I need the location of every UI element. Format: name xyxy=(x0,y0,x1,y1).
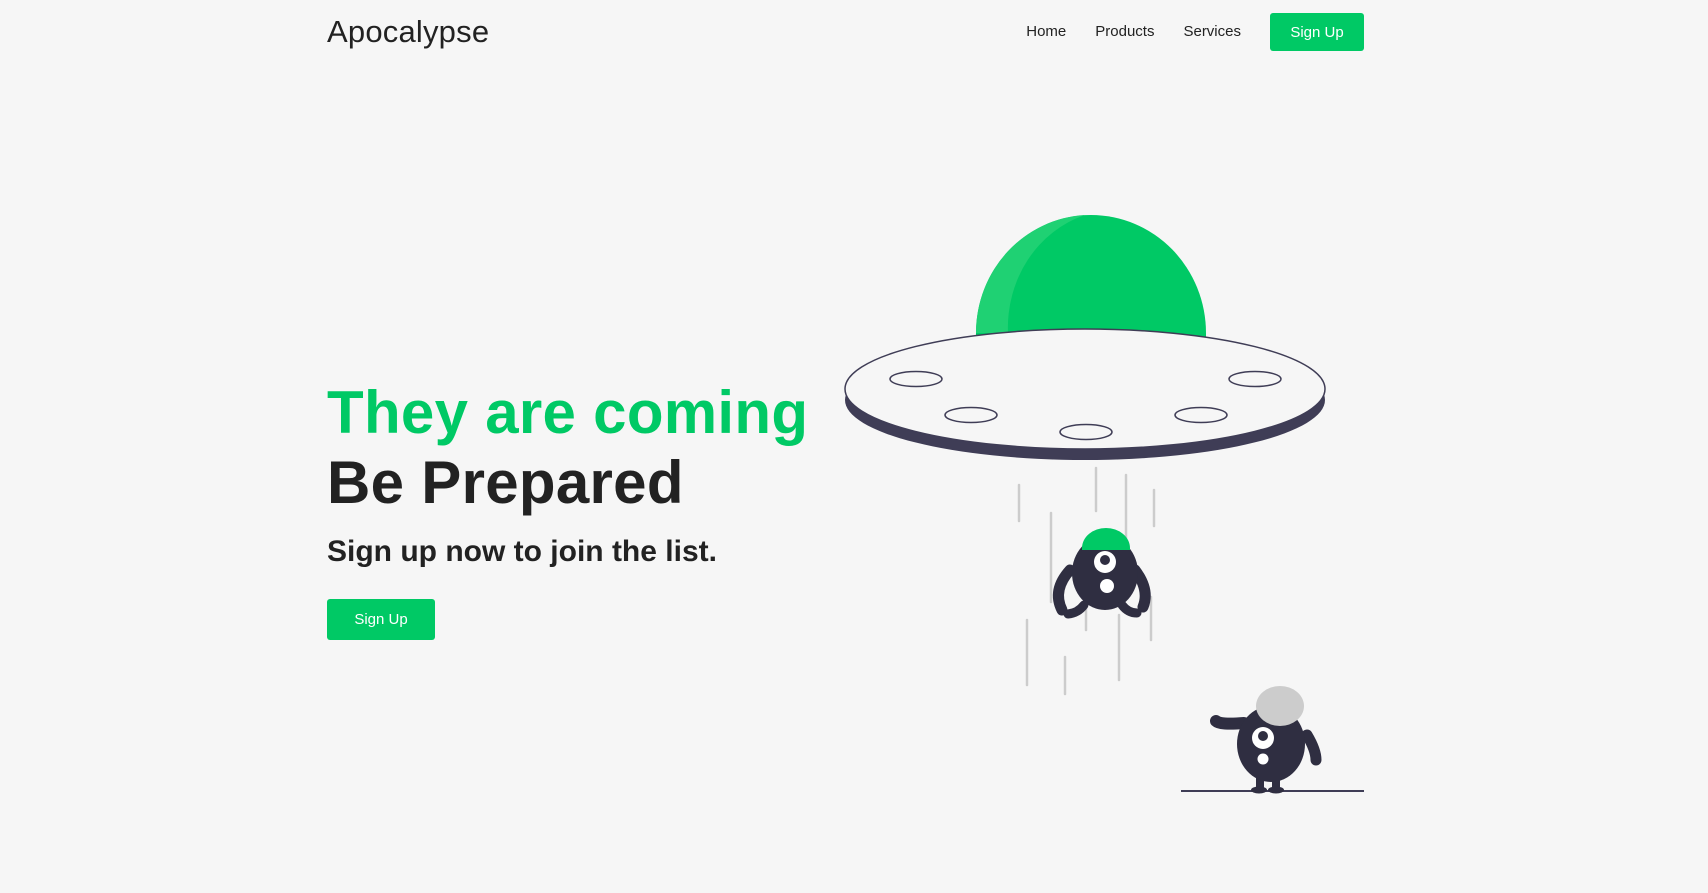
hero-subheadline: Sign up now to join the list. xyxy=(327,535,717,568)
hero-headline-main: Be Prepared xyxy=(327,449,684,516)
landing-page: Apocalypse Home Products Services Sign U… xyxy=(0,0,1708,893)
nav-link-products[interactable]: Products xyxy=(1095,13,1154,51)
brand-logo[interactable]: Apocalypse xyxy=(327,14,489,50)
navbar: Apocalypse Home Products Services Sign U… xyxy=(0,0,1708,64)
nav-links: Home Products Services Sign Up xyxy=(1026,13,1364,51)
standing-alien xyxy=(1210,686,1322,794)
ufo-illustration xyxy=(844,215,1364,794)
nav-link-home[interactable]: Home xyxy=(1026,13,1066,51)
ufo-dome xyxy=(975,215,1206,340)
nav-signup-button[interactable]: Sign Up xyxy=(1270,13,1364,51)
floating-alien xyxy=(1052,528,1151,619)
hero-section: They are coming Be Prepared Sign up now … xyxy=(327,378,808,640)
hero-headline-accent: They are coming xyxy=(327,379,809,446)
nav-link-services[interactable]: Services xyxy=(1183,13,1241,51)
hero-signup-button[interactable]: Sign Up xyxy=(327,599,435,640)
